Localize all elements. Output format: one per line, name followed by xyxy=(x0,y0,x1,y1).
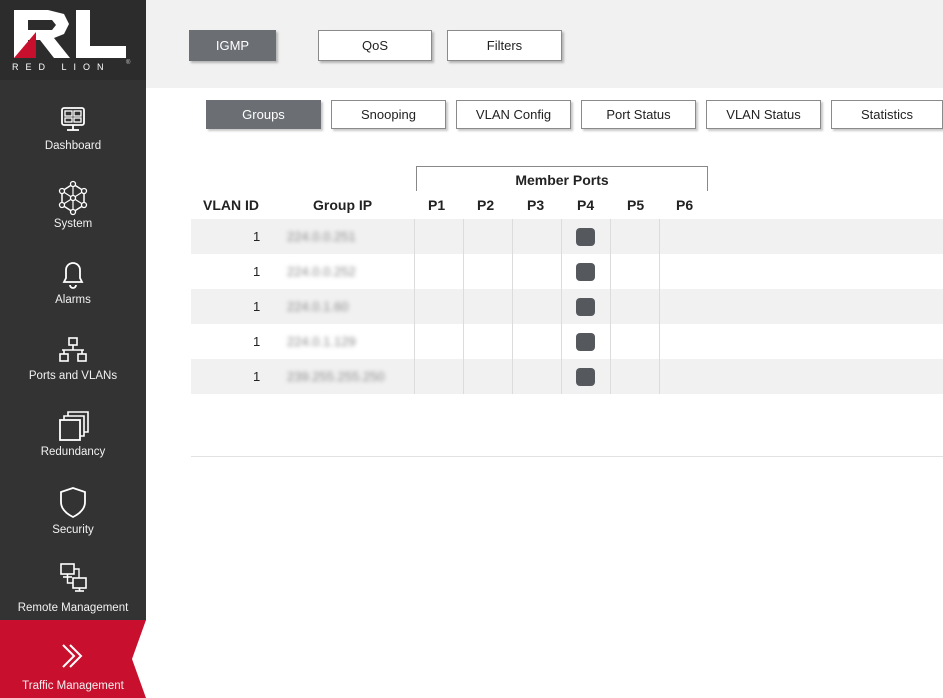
sidebar-item-label: Traffic Management xyxy=(22,680,124,692)
system-network-icon xyxy=(53,178,93,218)
remote-computers-icon xyxy=(53,558,93,598)
member-ports-header: Member Ports xyxy=(416,166,708,191)
column-header-p4: P4 xyxy=(577,197,595,213)
sidebar-item-label: Ports and VLANs xyxy=(28,370,118,382)
tab-igmp[interactable]: IGMP xyxy=(189,30,276,61)
table-row: 1 224.0.1.129 xyxy=(191,324,943,359)
sidebar-item-label: Alarms xyxy=(55,294,91,306)
sub-tab-bar: Groups Snooping VLAN Config Port Status … xyxy=(146,88,943,148)
port-member-indicator xyxy=(576,228,595,246)
double-chevron-icon xyxy=(53,636,93,676)
column-header-group-ip: Group IP xyxy=(313,197,373,213)
subtab-statistics[interactable]: Statistics xyxy=(831,100,943,129)
column-divider xyxy=(561,219,562,394)
registered-mark: ® xyxy=(126,60,131,66)
tab-filters[interactable]: Filters xyxy=(447,30,562,61)
sidebar-item-label: Redundancy xyxy=(40,446,106,458)
table-row: 1 224.0.0.251 xyxy=(191,219,943,254)
sidebar-item-traffic-management[interactable]: Traffic Management xyxy=(0,620,146,698)
sidebar-item-label: Remote Management xyxy=(17,602,129,614)
group-ip-cell: 239.255.255.250 xyxy=(287,369,385,384)
shield-icon xyxy=(53,482,93,522)
sidebar-item-dashboard[interactable]: Dashboard xyxy=(0,96,146,174)
sidebar-item-ports-and-vlans[interactable]: Ports and VLANs xyxy=(0,326,146,404)
port-member-indicator xyxy=(576,298,595,316)
column-divider xyxy=(512,219,513,394)
sidebar-item-label: Dashboard xyxy=(44,140,102,152)
port-member-indicator xyxy=(576,333,595,351)
table-row: 1 224.0.1.60 xyxy=(191,289,943,324)
group-ip-cell: 224.0.0.252 xyxy=(287,264,356,279)
dashboard-icon xyxy=(53,100,93,140)
rl-logo-mark xyxy=(14,10,126,58)
vlan-id-cell: 1 xyxy=(253,369,261,384)
bell-icon xyxy=(53,254,93,294)
network-tree-icon xyxy=(53,330,93,370)
subtab-groups[interactable]: Groups xyxy=(206,100,321,129)
sidebar-item-system[interactable]: System xyxy=(0,174,146,252)
app-root: RED LION ® Dashboard System Alarms Ports… xyxy=(0,0,943,698)
sidebar-item-label: System xyxy=(53,218,93,230)
port-member-indicator xyxy=(576,368,595,386)
subtab-vlan-config[interactable]: VLAN Config xyxy=(456,100,571,129)
stacked-windows-icon xyxy=(53,406,93,446)
column-header-p1: P1 xyxy=(428,197,446,213)
tab-qos[interactable]: QoS xyxy=(318,30,432,61)
column-header-p6: P6 xyxy=(676,197,694,213)
brand-logo: RED LION ® xyxy=(0,0,146,80)
group-ip-cell: 224.0.0.251 xyxy=(287,229,356,244)
sidebar-item-label: Security xyxy=(52,524,94,536)
sidebar: RED LION ® Dashboard System Alarms Ports… xyxy=(0,0,146,698)
table-row: 1 224.0.0.252 xyxy=(191,254,943,289)
column-header-p5: P5 xyxy=(627,197,645,213)
sidebar-item-alarms[interactable]: Alarms xyxy=(0,250,146,328)
sidebar-item-redundancy[interactable]: Redundancy xyxy=(0,402,146,480)
top-tab-bar: IGMP QoS Filters xyxy=(146,0,943,88)
port-member-indicator xyxy=(576,263,595,281)
column-divider xyxy=(659,219,660,394)
group-ip-cell: 224.0.1.129 xyxy=(287,334,356,349)
content-divider xyxy=(191,456,943,457)
column-header-vlan-id: VLAN ID xyxy=(203,197,259,213)
group-ip-cell: 224.0.1.60 xyxy=(287,299,349,314)
column-header-p2: P2 xyxy=(477,197,495,213)
brand-name: RED LION xyxy=(12,62,111,72)
table-row: 1 239.255.255.250 xyxy=(191,359,943,394)
vlan-id-cell: 1 xyxy=(253,229,261,244)
vlan-id-cell: 1 xyxy=(253,334,261,349)
column-divider xyxy=(610,219,611,394)
subtab-vlan-status[interactable]: VLAN Status xyxy=(706,100,821,129)
vlan-id-cell: 1 xyxy=(253,299,261,314)
sidebar-item-security[interactable]: Security xyxy=(0,478,146,556)
subtab-port-status[interactable]: Port Status xyxy=(581,100,696,129)
subtab-snooping[interactable]: Snooping xyxy=(331,100,446,129)
column-header-p3: P3 xyxy=(527,197,545,213)
column-divider xyxy=(414,219,415,394)
column-divider xyxy=(463,219,464,394)
vlan-id-cell: 1 xyxy=(253,264,261,279)
